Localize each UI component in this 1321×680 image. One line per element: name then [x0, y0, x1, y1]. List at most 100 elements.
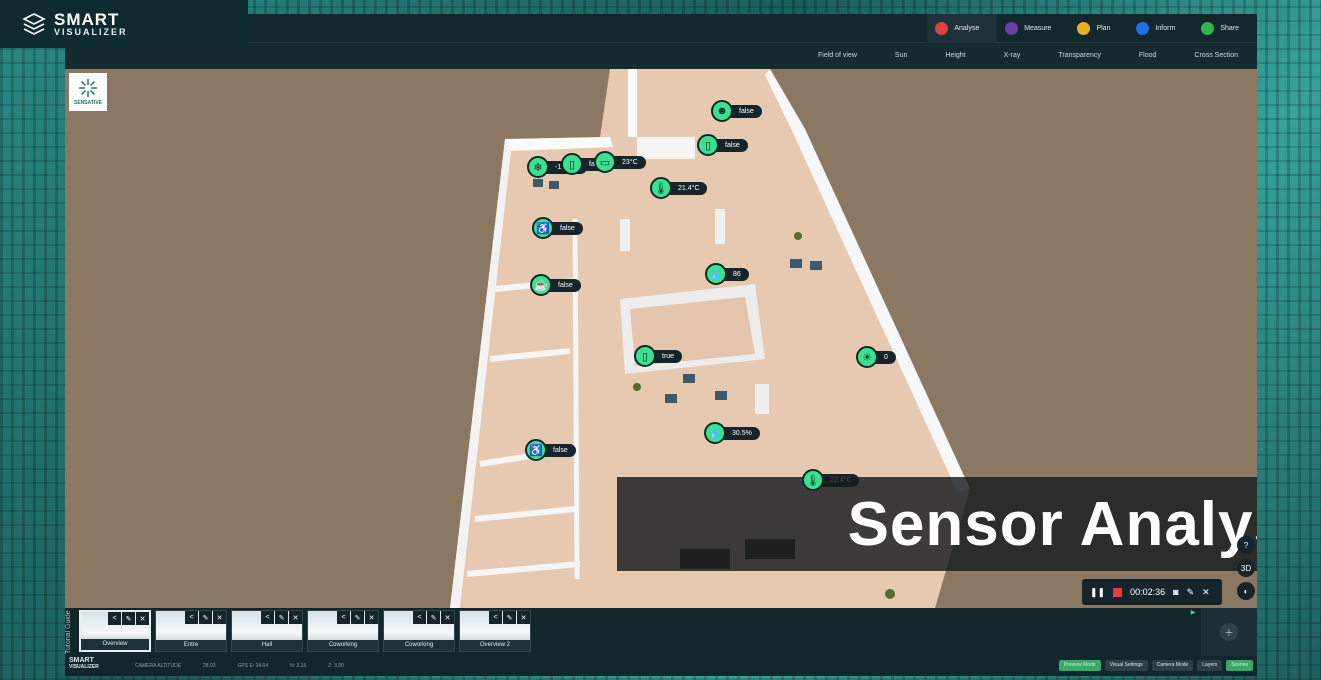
close-icon[interactable]: ✕ [517, 611, 530, 624]
close-icon[interactable]: ✕ [441, 611, 454, 624]
add-scene-button[interactable]: + [1220, 623, 1238, 641]
close-icon[interactable]: ✕ [136, 612, 149, 625]
tab-label: Analyse [954, 25, 980, 32]
sensor-occupancy[interactable]: ☻ false [711, 100, 762, 122]
pause-icon[interactable]: ❚❚ [1090, 587, 1105, 598]
tool-sun[interactable]: Sun [876, 43, 926, 69]
door-icon: ▯ [561, 153, 583, 175]
share-icon[interactable]: < [261, 611, 274, 624]
analyse-dot-icon [935, 22, 949, 35]
tab-plan[interactable]: Plan [1069, 14, 1128, 43]
furniture [683, 374, 695, 383]
tab-inform[interactable]: Inform [1128, 14, 1193, 43]
close-icon[interactable]: ✕ [1202, 587, 1210, 598]
tool-cross-section[interactable]: Cross Section [1175, 43, 1257, 69]
edit-icon[interactable]: ✎ [1187, 587, 1195, 598]
gps-z-value: Z: 3.00 [328, 663, 344, 669]
close-icon[interactable]: ✕ [365, 611, 378, 624]
tab-label: Share [1220, 25, 1239, 32]
scene-thumbnail[interactable]: < ✎ ✕ Coworking [383, 610, 455, 652]
edit-icon[interactable]: ✎ [351, 611, 364, 624]
share-icon[interactable]: < [413, 611, 426, 624]
water-drop-icon: 💧 [705, 263, 727, 285]
furniture [715, 209, 725, 244]
scenes-button[interactable]: Scenes [1226, 660, 1253, 671]
sunburst-logo-icon [79, 79, 97, 97]
sensor-water[interactable]: 💧 86 [705, 263, 749, 285]
tab-label: Plan [1096, 25, 1111, 32]
tool-transparency[interactable]: Transparency [1039, 43, 1120, 69]
share-icon[interactable]: < [489, 611, 502, 624]
stop-icon[interactable] [1113, 587, 1123, 597]
desktop-background: SMART VISUALIZER Analyse Measure Plan In… [0, 0, 1321, 680]
view-3d-button[interactable]: 3D [1237, 559, 1255, 577]
tab-share[interactable]: Share [1193, 14, 1257, 43]
cube-logo-icon [22, 13, 46, 35]
edit-icon[interactable]: ✎ [122, 612, 135, 625]
play-icon[interactable]: ▶ [1187, 608, 1199, 618]
sensor-humidity[interactable]: 💧 30.5% [704, 422, 760, 444]
scene-list: < ✎ ✕ Overview < ✎ ✕ Entre < ✎ ✕ Hall < ✎ ✕ Coworkin… [79, 610, 531, 652]
gps-e-value: GPS E: 14.04 [237, 663, 269, 669]
scene-thumbnail[interactable]: < ✎ ✕ Overview [79, 610, 151, 652]
tab-analyse[interactable]: Analyse [927, 14, 998, 43]
sensor-light[interactable]: ☀ 0 [856, 346, 896, 368]
tool-field-of-view[interactable]: Field of view [799, 43, 876, 69]
app-window: Analyse Measure Plan Inform Share Field … [65, 14, 1257, 676]
close-icon[interactable]: ✕ [213, 611, 226, 624]
camera-icon[interactable]: ◙ [1173, 587, 1178, 597]
help-button[interactable]: ? [1237, 536, 1255, 554]
recording-time: 00:02:36 [1130, 587, 1166, 597]
camera-mode-button[interactable]: Camera Mode [1151, 660, 1194, 671]
layers-button[interactable]: Layers [1197, 660, 1223, 671]
compass-button[interactable]: ◐ [1237, 582, 1255, 600]
thermometer-icon: 🌡 [802, 469, 824, 491]
inform-dot-icon [1136, 22, 1150, 35]
edit-icon[interactable]: ✎ [503, 611, 516, 624]
sensor-door[interactable]: ▯ false [697, 134, 748, 156]
tool-flood[interactable]: Flood [1120, 43, 1176, 69]
sensor-fridge[interactable]: ▭ 23°C [594, 151, 646, 173]
share-icon[interactable]: < [185, 611, 198, 624]
wall [572, 218, 580, 580]
scene-thumbnail[interactable]: < ✎ ✕ Entre [155, 610, 227, 652]
furniture [810, 261, 822, 270]
scene-thumbnail[interactable]: < ✎ ✕ Coworking [307, 610, 379, 652]
sensor-door[interactable]: ▯ true [634, 345, 683, 367]
recording-controls: ❚❚ 00:02:36 ◙ ✎ ✕ [1082, 579, 1222, 605]
humidity-icon: 💧 [704, 422, 726, 444]
scene-label: Entre [156, 640, 226, 651]
camera-altitude-value: 28.93 [203, 663, 216, 669]
close-icon[interactable]: ✕ [289, 611, 302, 624]
tool-x-ray[interactable]: X-ray [985, 43, 1040, 69]
preview-mode-button[interactable]: Preview Mode [1058, 660, 1101, 671]
mode-tabs: Analyse Measure Plan Inform Share [927, 14, 1257, 43]
scene-label: Hall [232, 640, 302, 651]
sensor-chair[interactable]: ♿ false [525, 439, 576, 461]
status-buttons: Preview Mode Visual Settings Camera Mode… [1058, 660, 1253, 671]
tutorial-guide-tab[interactable]: Tutorial Guide [65, 608, 78, 656]
brand-label: SENSATIVE [74, 100, 102, 106]
edit-icon[interactable]: ✎ [199, 611, 212, 624]
share-icon[interactable]: < [337, 611, 350, 624]
visual-settings-button[interactable]: Visual Settings [1104, 660, 1148, 671]
scene-label: Coworking [308, 640, 378, 651]
sensor-coffee[interactable]: ☕ false [530, 274, 581, 296]
tool-height[interactable]: Height [926, 43, 984, 69]
plan-dot-icon [1077, 22, 1091, 35]
thermometer-icon: 🌡 [650, 177, 672, 199]
scene-label: Overview [81, 639, 149, 650]
3d-viewport[interactable]: SENSATIVE ☻false ▯false ❄-19.3°C ▯fal ▭2… [65, 69, 1257, 608]
scene-thumbnail[interactable]: < ✎ ✕ Overview 2 [459, 610, 531, 652]
share-icon[interactable]: < [108, 612, 121, 625]
edit-icon[interactable]: ✎ [427, 611, 440, 624]
edit-icon[interactable]: ✎ [275, 611, 288, 624]
chair-icon: ♿ [532, 217, 554, 239]
furniture [665, 394, 677, 403]
tab-measure[interactable]: Measure [997, 14, 1069, 43]
sensor-chair[interactable]: ♿ false [532, 217, 583, 239]
scene-thumbnail[interactable]: < ✎ ✕ Hall [231, 610, 303, 652]
sensor-temperature[interactable]: 🌡 21.4°C [650, 177, 708, 199]
furniture [755, 384, 769, 414]
tab-label: Inform [1155, 25, 1176, 32]
